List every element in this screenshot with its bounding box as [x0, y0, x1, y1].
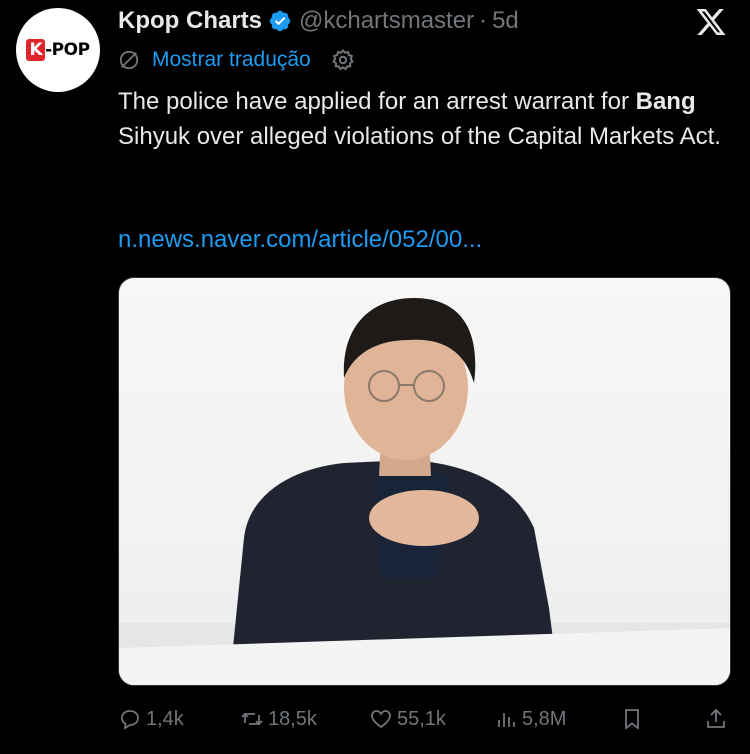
repost-icon	[241, 712, 263, 726]
translate-globe-icon	[119, 50, 139, 70]
tweet-time[interactable]: 5d	[492, 7, 519, 35]
author-name[interactable]: Kpop Charts	[118, 7, 262, 35]
repost-count: 18,5k	[268, 707, 317, 730]
tweet-header: Kpop Charts @kchartsmaster · 5d	[118, 6, 519, 36]
tweet-actions: 1,4k 18,5k 55,1k 5,8M	[118, 703, 738, 735]
share-button[interactable]	[704, 703, 732, 735]
author-handle[interactable]: @kchartsmaster	[299, 7, 474, 35]
verified-badge-icon	[269, 10, 291, 32]
views-button[interactable]: 5,8M	[494, 703, 566, 735]
portrait-photo-image	[119, 298, 730, 685]
show-translation-link[interactable]: Mostrar tradução	[152, 48, 311, 72]
gear-icon[interactable]	[331, 48, 355, 72]
reply-count: 1,4k	[146, 707, 184, 730]
share-icon	[707, 708, 725, 728]
like-count: 55,1k	[397, 707, 446, 730]
repost-button[interactable]: 18,5k	[240, 703, 317, 735]
tweet-photo[interactable]	[118, 277, 731, 686]
heart-icon	[371, 710, 391, 729]
kpop-logo: K -POP	[26, 39, 90, 61]
translate-row: Mostrar tradução	[118, 46, 355, 74]
avatar[interactable]: K -POP	[16, 8, 100, 92]
reply-button[interactable]: 1,4k	[118, 703, 184, 735]
x-logo-icon	[696, 9, 726, 35]
like-button[interactable]: 55,1k	[369, 703, 446, 735]
reply-icon	[121, 710, 139, 730]
views-count: 5,8M	[522, 707, 567, 730]
bookmark-button[interactable]	[620, 703, 648, 735]
views-chart-icon	[498, 713, 515, 727]
article-link[interactable]: n.news.naver.com/article/052/00...	[118, 226, 482, 254]
tweet-text: The police have applied for an arrest wa…	[118, 88, 721, 150]
separator-dot: ·	[479, 7, 488, 34]
bookmark-icon	[625, 709, 639, 730]
